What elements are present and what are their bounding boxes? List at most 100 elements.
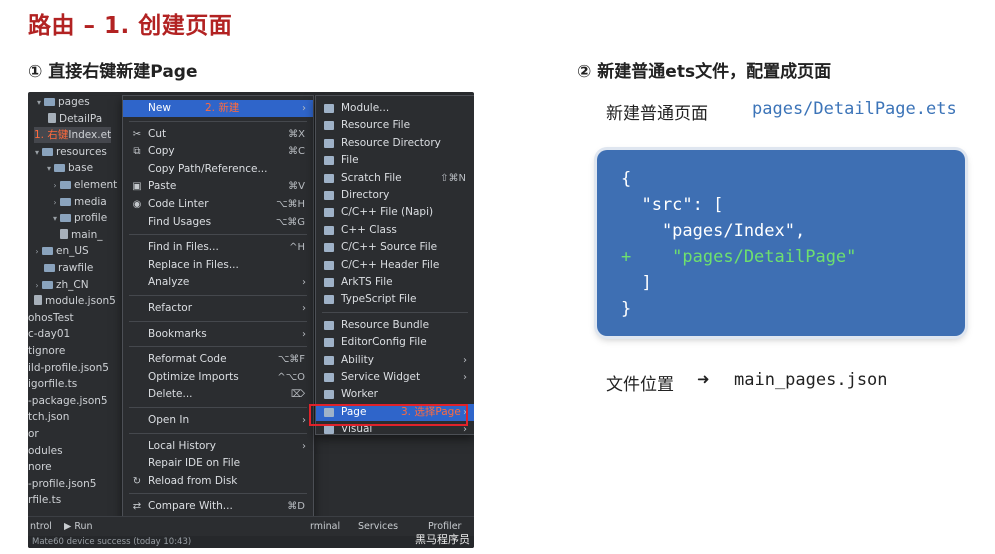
menu-item[interactable]: Bookmarks ›: [123, 326, 313, 343]
menu-separator: [129, 320, 307, 322]
file-type-icon: [324, 225, 334, 235]
menu-item[interactable]: Find Usages ⌥⌘G: [123, 214, 313, 231]
file-type-icon: [324, 191, 334, 200]
tree-row[interactable]: › zh_CN: [32, 277, 88, 294]
tree-row[interactable]: tch.json: [28, 409, 69, 425]
menu-item[interactable]: Directory: [316, 187, 474, 204]
code-line-added: + "pages/DetailPage": [621, 247, 857, 267]
tree-row[interactable]: or: [28, 426, 39, 442]
menu-item[interactable]: Resource File: [316, 117, 474, 134]
tree-label: resources: [56, 145, 107, 158]
tree-row[interactable]: module.json5: [34, 293, 116, 309]
tree-row[interactable]: igorfile.ts: [28, 376, 77, 392]
tree-row[interactable]: -package.json5: [28, 393, 108, 409]
tree-row[interactable]: rawfile: [44, 260, 93, 276]
menu-item[interactable]: Service Widget ›: [316, 369, 474, 386]
menu-item[interactable]: Find in Files... ^H: [123, 239, 313, 256]
menu-item-label: C/C++ File (Napi): [341, 206, 434, 219]
menu-item[interactable]: C++ Class: [316, 222, 474, 239]
menu-item[interactable]: Local History ›: [123, 438, 313, 455]
file-type-icon: [324, 121, 334, 131]
tree-row[interactable]: c-day01: [28, 326, 70, 342]
menu-item[interactable]: Refactor ›: [123, 300, 313, 317]
menu-item[interactable]: Open In ›: [123, 412, 313, 429]
code-line: }: [621, 299, 632, 319]
tree-row[interactable]: › en_US: [32, 243, 89, 260]
tree-row[interactable]: main_: [60, 227, 103, 243]
chevron-icon[interactable]: ›: [50, 195, 60, 211]
chevron-icon[interactable]: ›: [32, 244, 42, 260]
services-tab[interactable]: Services: [358, 517, 398, 537]
tree-label: or: [28, 428, 39, 440]
menu-item[interactable]: ✂ Cut ⌘X: [123, 126, 313, 143]
shortcut: ⌘X: [288, 128, 305, 140]
folder-icon: [42, 247, 53, 256]
file-type-icon: [324, 355, 334, 365]
file-type-icon: [324, 295, 334, 305]
tree-row[interactable]: -profile.json5: [28, 476, 96, 492]
menu-item-label: Reload from Disk: [148, 474, 238, 487]
menu-item[interactable]: Module...: [316, 100, 474, 117]
file-icon: [60, 228, 68, 239]
menu-item[interactable]: Reformat Code ⌥⌘F: [123, 351, 313, 368]
folder-icon: [42, 280, 53, 289]
menu-item[interactable]: ArkTS File: [316, 274, 474, 291]
tree-label: base: [68, 162, 94, 175]
chevron-icon[interactable]: ›: [50, 178, 60, 194]
tree-row[interactable]: tignore: [28, 343, 65, 359]
chevron-icon[interactable]: ▾: [50, 211, 60, 227]
menu-item[interactable]: C/C++ Header File: [316, 257, 474, 274]
menu-item[interactable]: Resource Bundle: [316, 317, 474, 334]
tree-row[interactable]: ▾ resources: [32, 144, 107, 160]
menu-item-label: Copy Path/Reference...: [148, 162, 268, 175]
menu-item[interactable]: New 2. 新建 ›: [123, 100, 313, 117]
tree-row[interactable]: ▾ pages: [34, 94, 90, 110]
menu-item[interactable]: EditorConfig File: [316, 334, 474, 351]
tree-row[interactable]: › element: [50, 177, 117, 193]
tree-row[interactable]: ▾ base: [44, 160, 93, 176]
chevron-icon[interactable]: ›: [32, 278, 42, 294]
code-line: ]: [621, 273, 652, 293]
menu-item[interactable]: ⇄ Compare With... ⌘D: [123, 498, 313, 515]
menu-item[interactable]: Analyze ›: [123, 274, 313, 291]
menu-item[interactable]: Copy Path/Reference...: [123, 161, 313, 178]
shortcut: ⌦: [290, 389, 305, 401]
tree-row[interactable]: DetailPa: [48, 111, 102, 127]
menu-item[interactable]: TypeScript File: [316, 291, 474, 308]
tree-row[interactable]: rfile.ts: [28, 492, 61, 508]
folder-icon: [60, 214, 71, 223]
menu-item[interactable]: ◉ Code Linter ⌥⌘H: [123, 196, 313, 213]
chevron-icon[interactable]: ▾: [44, 161, 54, 177]
menu-item[interactable]: Worker: [316, 386, 474, 403]
tree-row[interactable]: ild-profile.json5: [28, 360, 109, 376]
menu-item[interactable]: ⧉ Copy ⌘C: [123, 143, 313, 160]
menu-item[interactable]: Replace in Files...: [123, 257, 313, 274]
menu-item[interactable]: File: [316, 152, 474, 169]
menu-item[interactable]: C/C++ Source File: [316, 239, 474, 256]
folder-icon: [44, 264, 55, 272]
chevron-icon[interactable]: ▾: [34, 95, 44, 111]
tree-row[interactable]: ▾ profile: [50, 210, 107, 226]
tree-row[interactable]: ohosTest: [28, 310, 74, 326]
tree-row[interactable]: › media: [50, 194, 106, 211]
menu-item[interactable]: Delete... ⌦: [123, 386, 313, 403]
menu-item[interactable]: C/C++ File (Napi): [316, 204, 474, 221]
file-type-icon: [324, 425, 334, 435]
chevron-icon[interactable]: ▾: [32, 145, 42, 161]
tree-label: en_US: [56, 245, 89, 258]
menu-item[interactable]: Resource Directory: [316, 135, 474, 152]
control-tab[interactable]: ntrol: [30, 517, 52, 537]
menu-item[interactable]: ▣ Paste ⌘V: [123, 178, 313, 195]
menu-item[interactable]: Ability ›: [316, 352, 474, 369]
menu-item[interactable]: Optimize Imports ^⌥O: [123, 369, 313, 386]
menu-item[interactable]: Scratch File ⇧⌘N: [316, 170, 474, 187]
file-icon: [48, 112, 56, 123]
menu-separator: [129, 432, 307, 434]
run-tab[interactable]: ▶ Run: [64, 517, 93, 537]
menu-item[interactable]: ↻ Reload from Disk: [123, 473, 313, 490]
tree-row[interactable]: odules: [28, 443, 63, 459]
terminal-tab[interactable]: rminal: [310, 517, 340, 537]
tree-row[interactable]: nore: [28, 459, 52, 475]
menu-item[interactable]: Repair IDE on File: [123, 455, 313, 472]
tree-row[interactable]: 1. 右键Index.et: [34, 127, 112, 144]
